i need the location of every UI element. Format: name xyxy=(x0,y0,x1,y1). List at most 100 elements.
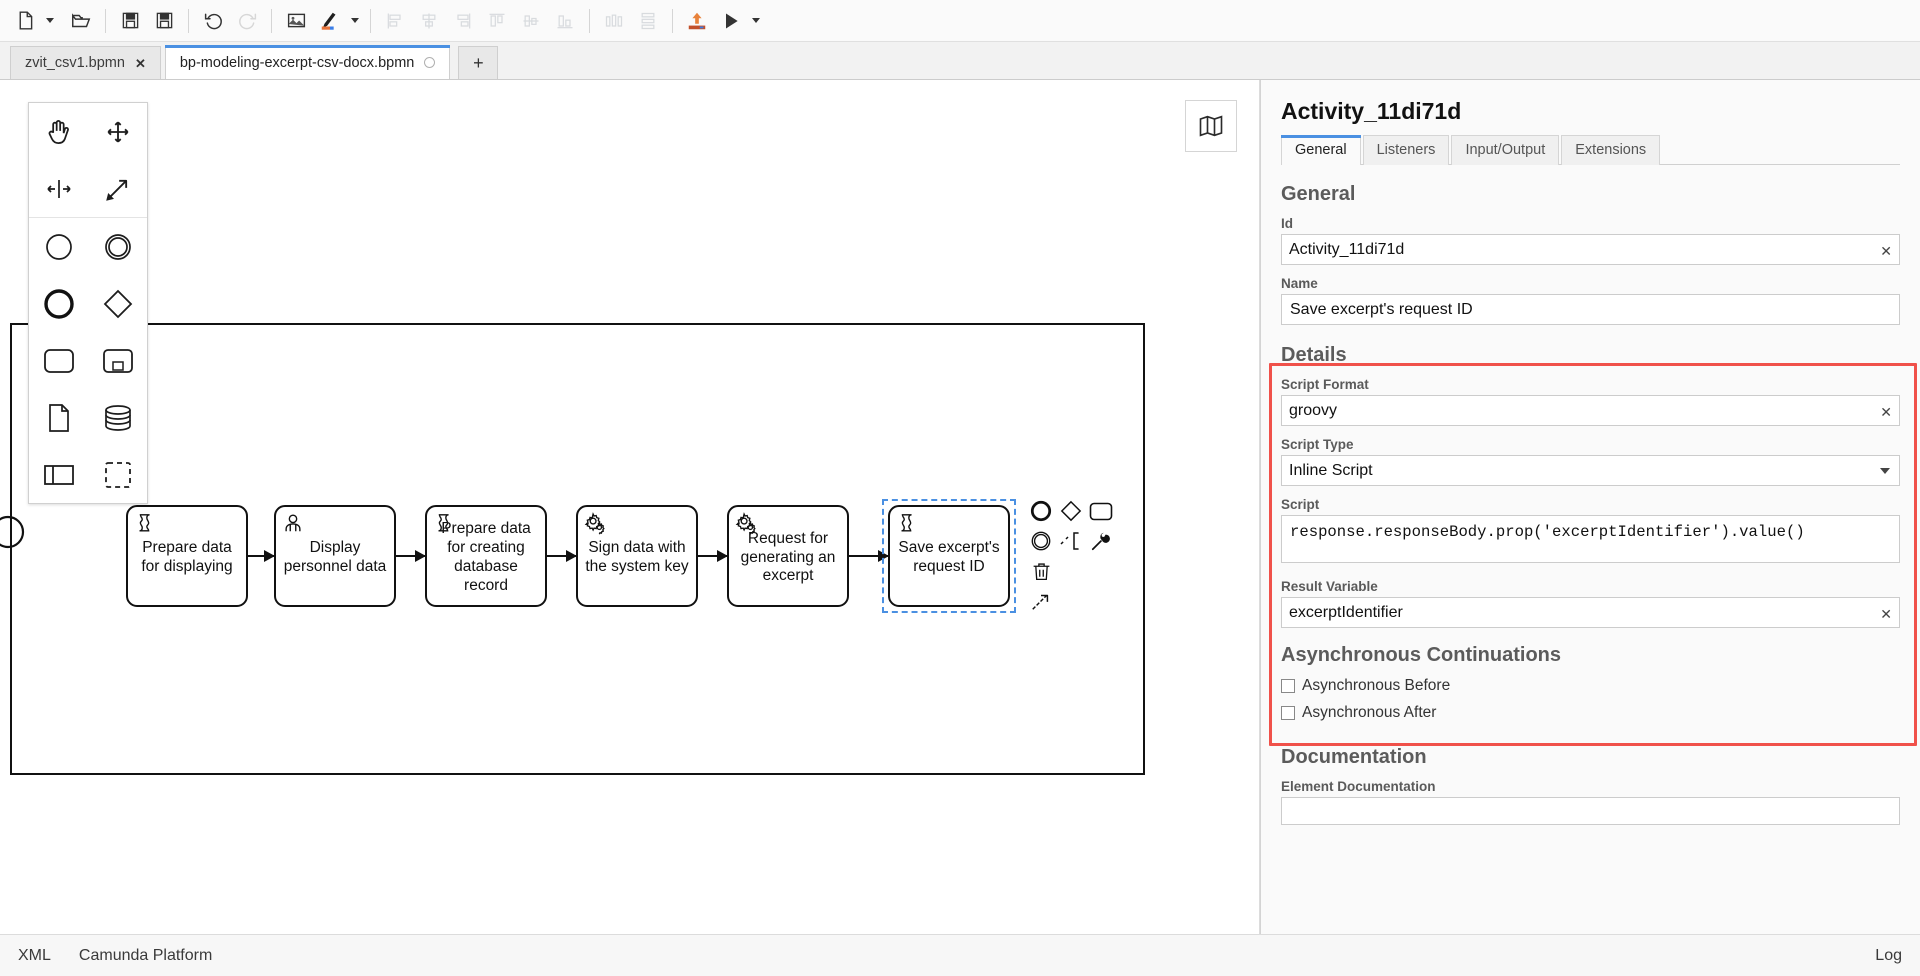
task-display-personnel-data[interactable]: Display personnel data xyxy=(274,505,396,607)
tab-general[interactable]: General xyxy=(1281,135,1361,165)
save-button[interactable] xyxy=(113,5,147,37)
palette-create-intermediate-event[interactable] xyxy=(88,218,147,275)
map-icon xyxy=(1197,112,1225,140)
status-log-button[interactable]: Log xyxy=(1875,947,1902,965)
toolbar-divider xyxy=(188,8,189,33)
bpmn-canvas[interactable]: Prepare data for displaying Display pers… xyxy=(0,80,1260,934)
deploy-button[interactable] xyxy=(680,5,714,37)
redo-button[interactable] xyxy=(230,5,264,37)
align-middle-button[interactable] xyxy=(514,5,548,37)
palette-create-participant[interactable] xyxy=(29,446,88,503)
align-top-button[interactable] xyxy=(480,5,514,37)
task-save-excerpts-request-id[interactable]: Save excerpt's request ID xyxy=(888,505,1010,607)
minimap-toggle-button[interactable] xyxy=(1185,100,1237,152)
field-element-documentation: Element Documentation xyxy=(1281,779,1900,830)
palette-hand-tool[interactable] xyxy=(29,103,88,160)
context-connect[interactable] xyxy=(1026,586,1056,616)
distribute-vertical-button[interactable] xyxy=(631,5,665,37)
start-event[interactable] xyxy=(0,514,32,550)
editor-tabbar: zvit_csv1.bpmn ✕ bp-modeling-excerpt-csv… xyxy=(0,42,1920,80)
color-picker-button[interactable] xyxy=(313,5,347,37)
palette-create-end-event[interactable] xyxy=(29,275,88,332)
context-append-intermediate-event[interactable] xyxy=(1026,526,1056,556)
context-append-task[interactable] xyxy=(1086,496,1116,526)
id-input[interactable] xyxy=(1281,234,1900,265)
palette-connect-tool[interactable] xyxy=(88,160,147,217)
export-image-button[interactable] xyxy=(279,5,313,37)
sequence-flow[interactable] xyxy=(396,550,426,562)
result-variable-label: Result Variable xyxy=(1281,579,1378,594)
service-task-icon xyxy=(584,512,606,535)
distribute-horizontal-button[interactable] xyxy=(597,5,631,37)
toolbar-divider xyxy=(589,8,590,33)
bpmn-elements-layer: Prepare data for displaying Display pers… xyxy=(0,80,1259,934)
palette-create-task[interactable] xyxy=(29,332,88,389)
tab-unsaved-indicator-icon[interactable] xyxy=(424,57,436,68)
toolbar-divider xyxy=(672,8,673,33)
palette-create-data-object[interactable] xyxy=(29,389,88,446)
start-event-circle-icon xyxy=(44,232,74,262)
toolbar-divider xyxy=(105,8,106,33)
context-append-end-event[interactable] xyxy=(1026,496,1056,526)
tab-zvit-csv1[interactable]: zvit_csv1.bpmn ✕ xyxy=(10,46,161,79)
properties-panel-toggle[interactable]: Properties Panel xyxy=(1260,430,1261,558)
async-before-checkbox[interactable] xyxy=(1281,679,1295,693)
tab-listeners[interactable]: Listeners xyxy=(1362,135,1450,165)
status-camunda-platform-button[interactable]: Camunda Platform xyxy=(79,947,212,965)
trash-icon xyxy=(1031,561,1052,582)
context-append-gateway[interactable] xyxy=(1056,496,1086,526)
script-format-input[interactable] xyxy=(1281,395,1900,426)
async-after-checkbox[interactable] xyxy=(1281,706,1295,720)
align-right-button[interactable] xyxy=(446,5,480,37)
new-file-button[interactable] xyxy=(8,5,42,37)
details-group-heading: Details xyxy=(1281,344,1347,366)
new-file-dropdown[interactable] xyxy=(42,5,58,37)
sequence-flow[interactable] xyxy=(547,550,577,562)
tab-extensions[interactable]: Extensions xyxy=(1561,135,1661,165)
palette-create-subprocess[interactable] xyxy=(88,332,147,389)
tab-input-output[interactable]: Input/Output xyxy=(1451,135,1560,165)
tab-bp-modeling-excerpt[interactable]: bp-modeling-excerpt-csv-docx.bpmn xyxy=(164,45,451,79)
context-change-type[interactable] xyxy=(1086,526,1116,556)
run-button[interactable] xyxy=(714,5,748,37)
run-dropdown[interactable] xyxy=(748,5,764,37)
async-group-heading: Asynchronous Continuations xyxy=(1281,644,1561,666)
palette-lasso-tool[interactable] xyxy=(88,103,147,160)
align-left-button[interactable] xyxy=(378,5,412,37)
task-sign-data-with-the-system-key[interactable]: Sign data with the system key xyxy=(576,505,698,607)
result-variable-input[interactable] xyxy=(1281,597,1900,628)
sequence-flow[interactable] xyxy=(248,550,275,562)
script-type-select[interactable]: Inline Script xyxy=(1281,455,1900,486)
align-bottom-button[interactable] xyxy=(548,5,582,37)
add-tab-button[interactable]: + xyxy=(458,46,499,79)
sequence-flow[interactable] xyxy=(849,550,889,562)
element-documentation-textarea[interactable] xyxy=(1281,797,1900,825)
data-object-icon xyxy=(47,403,71,433)
context-append-text-annotation[interactable] xyxy=(1056,526,1086,556)
color-picker-dropdown[interactable] xyxy=(347,5,363,37)
task-prepare-data-for-displaying[interactable]: Prepare data for displaying xyxy=(126,505,248,607)
sequence-flow[interactable] xyxy=(698,550,728,562)
tab-label: bp-modeling-excerpt-csv-docx.bpmn xyxy=(179,54,415,71)
tab-close-icon[interactable]: ✕ xyxy=(135,57,146,70)
status-xml-button[interactable]: XML xyxy=(18,947,51,965)
save-as-button[interactable] xyxy=(147,5,181,37)
undo-button[interactable] xyxy=(196,5,230,37)
documentation-group-heading: Documentation xyxy=(1281,746,1427,768)
palette-create-data-store[interactable] xyxy=(88,389,147,446)
palette-create-gateway[interactable] xyxy=(88,275,147,332)
task-prepare-data-for-creating-database-record[interactable]: Prepare data for creating database recor… xyxy=(425,505,547,607)
open-file-button[interactable] xyxy=(64,5,98,37)
align-center-button[interactable] xyxy=(412,5,446,37)
palette-create-group[interactable] xyxy=(88,446,147,503)
task-request-for-generating-an-excerpt[interactable]: Request for generating an excerpt xyxy=(727,505,849,607)
palette-space-tool[interactable] xyxy=(29,160,88,217)
clear-result-variable-icon[interactable]: ✕ xyxy=(1880,607,1892,621)
clear-id-icon[interactable]: ✕ xyxy=(1880,244,1892,258)
script-textarea[interactable]: response.responseBody.prop('excerptIdent… xyxy=(1281,515,1900,563)
context-delete-element[interactable] xyxy=(1026,556,1056,586)
clear-script-format-icon[interactable]: ✕ xyxy=(1880,405,1892,419)
name-input[interactable]: Save excerpt's request ID xyxy=(1281,294,1900,325)
participant-pool-icon xyxy=(43,463,75,487)
palette-create-start-event[interactable] xyxy=(29,218,88,275)
